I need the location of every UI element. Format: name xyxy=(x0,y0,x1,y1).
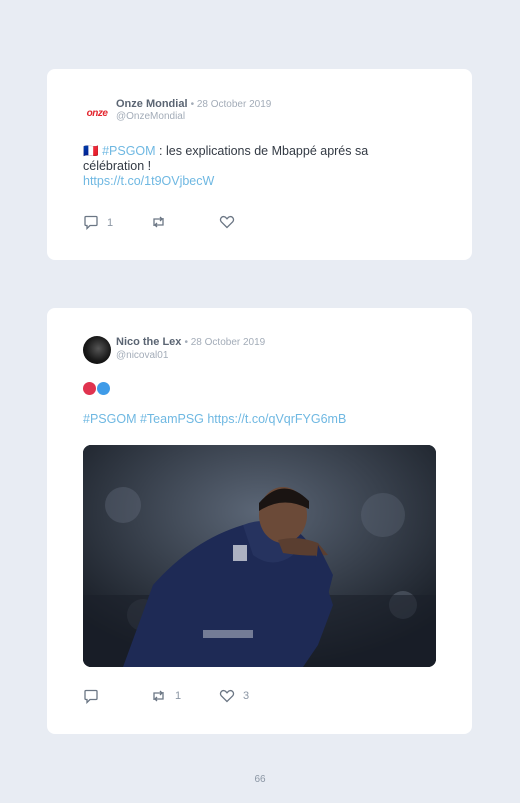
hashtag-links[interactable]: #PSGOM #TeamPSG xyxy=(83,412,204,426)
tweet-text: 🇫🇷 #PSGOM : les explications de Mbappé a… xyxy=(83,144,403,189)
author-handle[interactable]: @nicoval01 xyxy=(116,350,168,361)
red-circle-emoji xyxy=(83,382,96,396)
hashtag-link[interactable]: #PSGOM xyxy=(102,144,156,158)
heart-icon xyxy=(219,215,235,229)
retweet-icon xyxy=(153,216,164,228)
tweet-card[interactable]: onze Onze Mondial • 28 October 2019 @Onz… xyxy=(47,69,472,260)
reply-icon xyxy=(84,689,98,704)
avatar[interactable] xyxy=(83,336,111,364)
reply-button[interactable] xyxy=(83,689,107,704)
author-line: Nico the Lex • 28 October 2019 xyxy=(116,336,265,348)
tweet-actions: 1 3 xyxy=(83,689,423,705)
tweet-url[interactable]: https://t.co/qVqrFYG6mB xyxy=(207,412,346,426)
tweet-date[interactable]: • 28 October 2019 xyxy=(184,337,265,348)
heart-icon xyxy=(219,689,235,703)
emoji-row xyxy=(83,381,403,396)
retweet-button[interactable]: 1 xyxy=(150,689,181,703)
author-line: Onze Mondial • 28 October 2019 xyxy=(116,98,271,110)
like-button[interactable]: 3 xyxy=(219,689,249,703)
flag-emoji: 🇫🇷 xyxy=(83,144,99,158)
reply-count: 1 xyxy=(107,216,114,229)
tweet-url[interactable]: https://t.co/1t9OVjbecW xyxy=(83,174,214,188)
avatar-logo-text: onze xyxy=(86,107,108,119)
page-number: 66 xyxy=(254,774,266,785)
author-name[interactable]: Onze Mondial xyxy=(116,98,188,110)
player-celebration-image xyxy=(83,445,436,667)
retweet-button[interactable] xyxy=(150,215,175,229)
tweet-text: #PSGOM #TeamPSG https://t.co/qVqrFYG6mB xyxy=(83,412,403,427)
retweet-icon xyxy=(153,690,164,702)
like-count: 3 xyxy=(243,690,250,702)
tweet-card[interactable]: Nico the Lex • 28 October 2019 @nicoval0… xyxy=(47,308,472,734)
tweet-photo[interactable] xyxy=(83,445,436,667)
retweet-count: 1 xyxy=(175,690,182,702)
reply-icon xyxy=(84,215,98,230)
tweet-date[interactable]: • 28 October 2019 xyxy=(191,99,272,110)
author-handle[interactable]: @OnzeMondial xyxy=(116,111,185,122)
tweet-actions: 1 xyxy=(83,215,423,231)
blue-circle-emoji xyxy=(97,382,110,396)
reply-button[interactable]: 1 xyxy=(83,215,113,230)
author-name[interactable]: Nico the Lex xyxy=(116,336,181,348)
avatar[interactable]: onze xyxy=(83,99,111,127)
like-button[interactable] xyxy=(219,215,243,229)
